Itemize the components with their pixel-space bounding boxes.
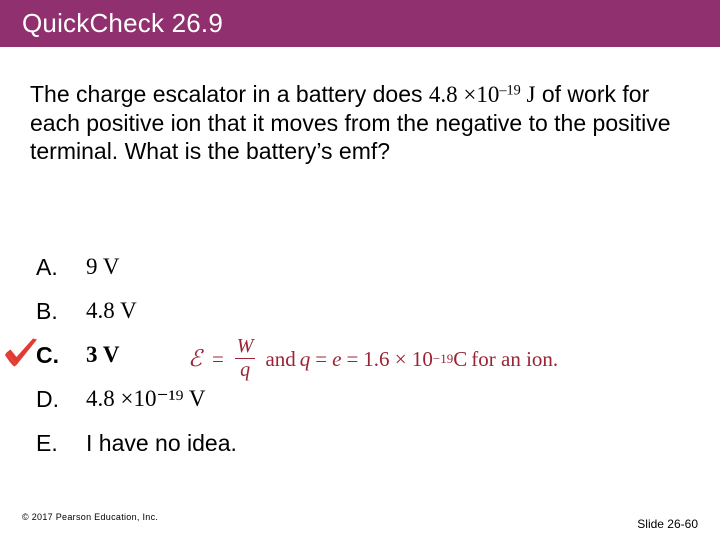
choice-letter-d: D. (36, 386, 59, 412)
work-over-charge-fraction: W q (232, 336, 259, 381)
elementary-charge-variable: e (332, 346, 342, 371)
slide-number-label: Slide 26-60 (637, 517, 698, 531)
question-text: The charge escalator in a battery does 4… (30, 80, 692, 165)
emf-equation: ℰ = W q and q = e = 1.6 × 10 −19 C for an… (188, 336, 562, 381)
equation-tail: for an ion. (471, 346, 559, 371)
choice-row-b[interactable]: B. 4.8 V (0, 296, 720, 340)
choice-text-c: 3 V (86, 342, 120, 367)
equals-sign-1: = (211, 346, 224, 371)
choice-letter-a: A. (36, 254, 58, 280)
fraction-denominator: q (235, 358, 256, 381)
question-value: 4.8 ×10 (428, 82, 500, 107)
choice-row-d[interactable]: D. 4.8 ×10⁻¹⁹ V (0, 384, 720, 428)
choice-letter-c: C. (36, 342, 59, 368)
slide-header-band: QuickCheck 26.9 (0, 0, 720, 47)
question-part-1: The charge escalator in a battery does (30, 81, 429, 107)
question-value-unit: J (520, 82, 536, 107)
charge-unit: C (453, 346, 468, 371)
emf-symbol: ℰ (188, 345, 202, 371)
equation-conjunction: and (265, 346, 296, 371)
check-mark-icon (5, 338, 37, 367)
equals-sign-2: = (315, 346, 328, 371)
equals-sign-3: = (346, 346, 359, 371)
choice-text-b: 4.8 V (86, 298, 137, 323)
choice-letter-e: E. (36, 430, 58, 456)
choice-text-a: 9 V (86, 254, 120, 279)
choice-letter-b: B. (36, 298, 58, 324)
choice-row-a[interactable]: A. 9 V (0, 252, 720, 296)
choice-text-d: 4.8 ×10⁻¹⁹ V (86, 386, 206, 411)
charge-variable: q (299, 346, 311, 371)
choice-text-e: I have no idea. (86, 430, 237, 456)
copyright-notice: © 2017 Pearson Education, Inc. (22, 512, 159, 522)
choice-row-e[interactable]: E. I have no idea. (0, 428, 720, 472)
fraction-numerator: W (236, 335, 254, 357)
charge-magnitude: 1.6 × 10 (363, 346, 433, 371)
question-value-exponent: –19 (499, 82, 521, 99)
page-title: QuickCheck 26.9 (22, 8, 223, 38)
